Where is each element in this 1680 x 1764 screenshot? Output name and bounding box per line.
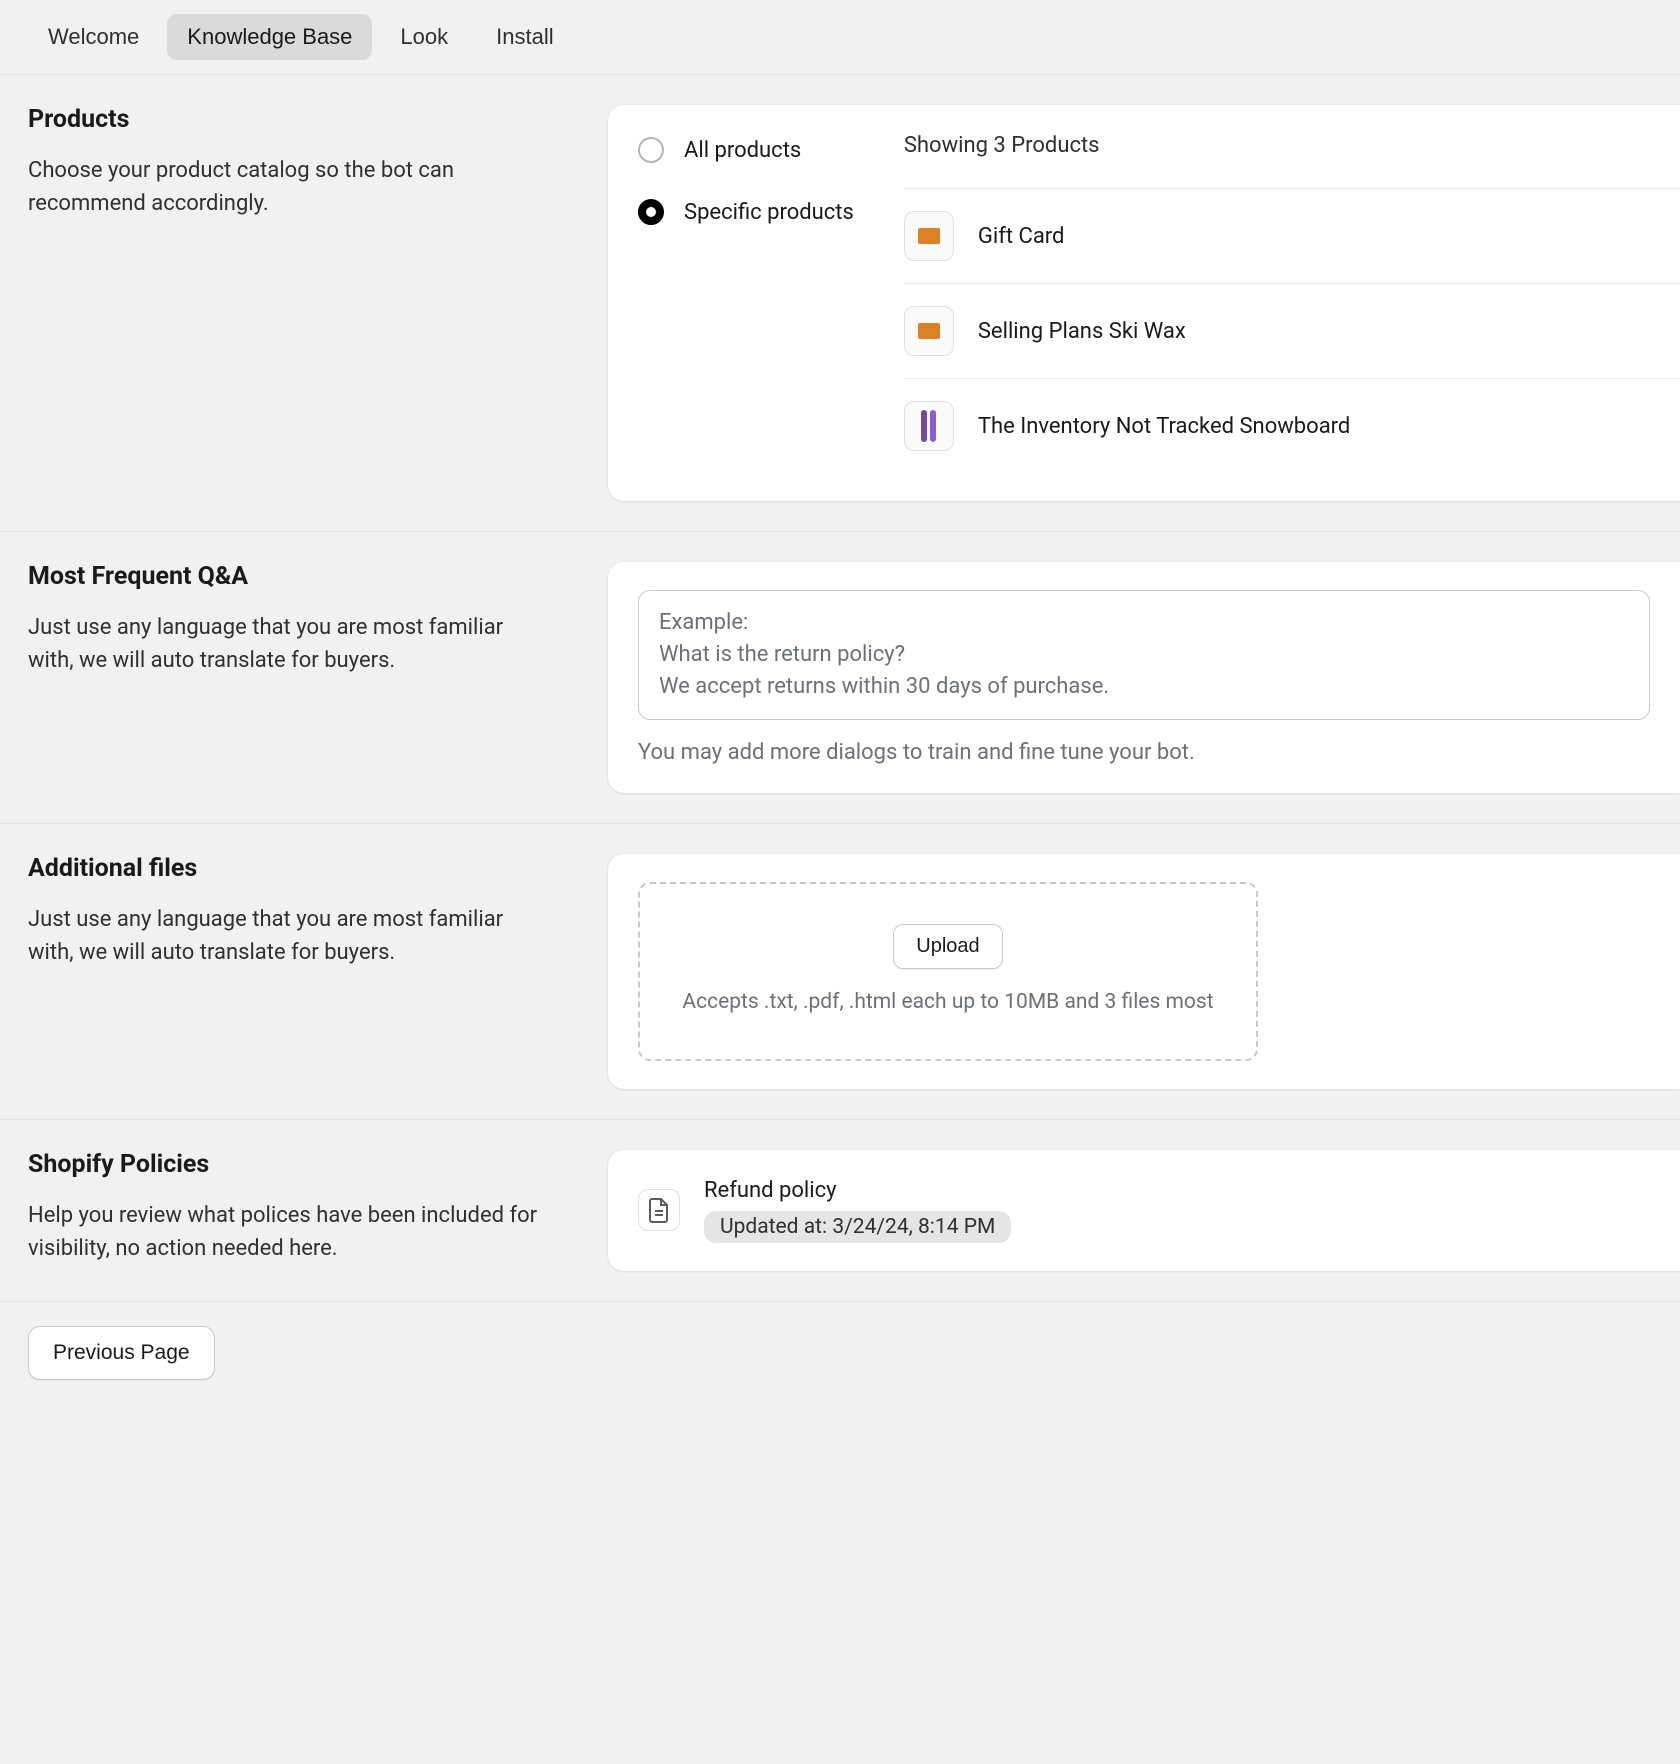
tab-install[interactable]: Install — [476, 14, 573, 60]
radio-icon-unselected — [638, 137, 664, 163]
tab-welcome[interactable]: Welcome — [28, 14, 159, 60]
radio-all-products[interactable]: All products — [638, 137, 854, 163]
products-desc: Choose your product catalog so the bot c… — [28, 154, 548, 220]
previous-page-button[interactable]: Previous Page — [28, 1326, 215, 1380]
tabs-nav: Welcome Knowledge Base Look Install — [0, 0, 1680, 74]
list-item: The Inventory Not Tracked Snowboard — [904, 378, 1680, 473]
list-item: Gift Card — [904, 188, 1680, 283]
tab-knowledge-base[interactable]: Knowledge Base — [167, 14, 372, 60]
policies-desc: Help you review what polices have been i… — [28, 1199, 548, 1265]
files-desc: Just use any language that you are most … — [28, 903, 548, 969]
policy-name: Refund policy — [704, 1178, 1011, 1203]
qa-input[interactable] — [638, 590, 1650, 720]
policy-updated-badge: Updated at: 3/24/24, 8:14 PM — [704, 1211, 1011, 1243]
radio-all-label: All products — [684, 138, 801, 163]
product-name: The Inventory Not Tracked Snowboard — [978, 414, 1350, 439]
policy-item: Refund policy Updated at: 3/24/24, 8:14 … — [638, 1178, 1680, 1243]
product-thumb-icon — [904, 401, 954, 451]
tab-look[interactable]: Look — [380, 14, 468, 60]
radio-icon-selected — [638, 199, 664, 225]
product-thumb-icon — [904, 211, 954, 261]
radio-specific-label: Specific products — [684, 200, 854, 225]
list-item: Selling Plans Ski Wax — [904, 283, 1680, 378]
qa-title: Most Frequent Q&A — [28, 562, 548, 591]
product-thumb-icon — [904, 306, 954, 356]
upload-dropzone[interactable]: Upload Accepts .txt, .pdf, .html each up… — [638, 882, 1258, 1061]
qa-desc: Just use any language that you are most … — [28, 611, 548, 677]
upload-button[interactable]: Upload — [893, 924, 1002, 969]
products-title: Products — [28, 105, 548, 134]
product-name: Selling Plans Ski Wax — [978, 319, 1186, 344]
upload-hint: Accepts .txt, .pdf, .html each up to 10M… — [670, 987, 1226, 1019]
document-icon — [638, 1189, 680, 1231]
qa-hint: You may add more dialogs to train and fi… — [638, 740, 1680, 765]
products-count: Showing 3 Products — [904, 133, 1680, 188]
product-scope-radio-group: All products Specific products — [638, 133, 854, 473]
product-name: Gift Card — [978, 224, 1065, 249]
files-title: Additional files — [28, 854, 548, 883]
radio-specific-products[interactable]: Specific products — [638, 199, 854, 225]
policies-title: Shopify Policies — [28, 1150, 548, 1179]
